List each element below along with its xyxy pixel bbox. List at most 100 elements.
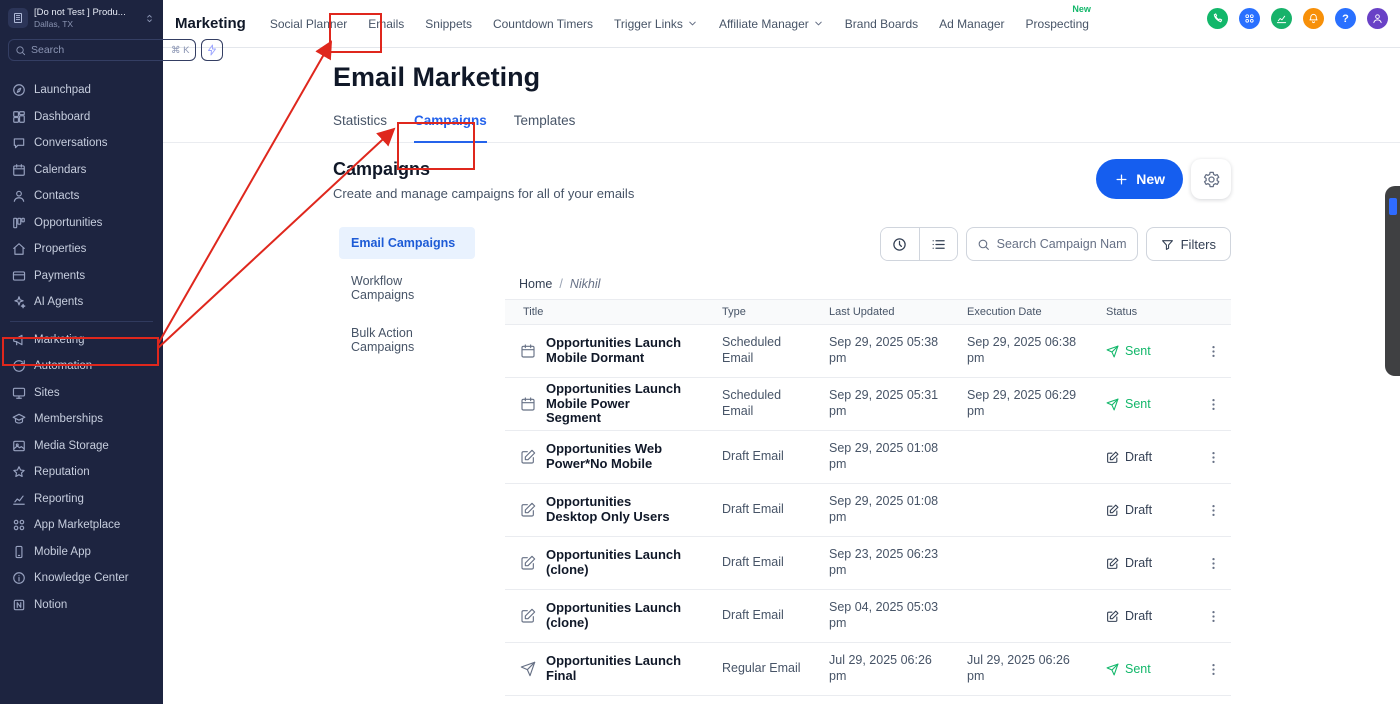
sidebar-search[interactable]: ⌘ K: [8, 39, 196, 61]
table-row[interactable]: Opportunities Launch (clone) Draft Email…: [505, 590, 1231, 643]
side-tab-bulk-action-campaigns[interactable]: Bulk Action Campaigns: [339, 317, 475, 363]
row-actions-button[interactable]: [1196, 450, 1231, 465]
quick-actions-button[interactable]: [201, 39, 223, 61]
megaphone-icon: [12, 333, 26, 347]
sidebar-item-conversations[interactable]: Conversations: [0, 130, 163, 157]
notifications-button[interactable]: [1303, 8, 1324, 29]
growth-button[interactable]: [1271, 8, 1292, 29]
side-tab-workflow-campaigns[interactable]: Workflow Campaigns: [339, 265, 475, 311]
row-actions-button[interactable]: [1196, 662, 1231, 677]
sidebar-item-automation[interactable]: Automation: [0, 353, 163, 380]
dashboard-icon: [12, 110, 26, 124]
section-title: Campaigns: [333, 159, 634, 180]
tab-brand-boards[interactable]: Brand Boards: [845, 17, 918, 31]
tab-trigger-links[interactable]: Trigger Links: [614, 17, 698, 31]
sidebar-item-ai-agents[interactable]: AI Agents: [0, 289, 163, 316]
help-button[interactable]: ?: [1335, 8, 1356, 29]
campaign-title[interactable]: Opportunities Launch Final: [546, 654, 686, 684]
table-row[interactable]: Opportunities Desktop Only Users Draft E…: [505, 484, 1231, 537]
phone-preview-edge[interactable]: [1385, 186, 1400, 376]
sidebar-item-payments[interactable]: Payments: [0, 263, 163, 290]
calendar-icon: [12, 163, 26, 177]
sidebar-item-notion[interactable]: Notion: [0, 592, 163, 619]
search-icon: [15, 45, 26, 56]
header-title: Marketing: [175, 15, 246, 32]
header-action-icons: ?: [1207, 8, 1388, 29]
apps-button[interactable]: [1239, 8, 1260, 29]
sidebar-item-label: Conversations: [34, 137, 108, 149]
campaign-title[interactable]: Opportunities Web Power*No Mobile: [546, 442, 686, 472]
sidebar-item-reporting[interactable]: Reporting: [0, 486, 163, 513]
breadcrumb-home[interactable]: Home: [519, 277, 552, 291]
tab-affiliate-manager[interactable]: Affiliate Manager: [719, 17, 824, 31]
row-actions-button[interactable]: [1196, 503, 1231, 518]
campaign-title[interactable]: Opportunities Launch Mobile Power Segmen…: [546, 382, 686, 427]
sidebar-item-label: Media Storage: [34, 440, 109, 452]
star-icon: [12, 465, 26, 479]
campaign-search[interactable]: [966, 227, 1138, 261]
table-row[interactable]: Opportunities Launch Mobile Dormant Sche…: [505, 325, 1231, 378]
phone-button[interactable]: [1207, 8, 1228, 29]
row-actions-button[interactable]: [1196, 344, 1231, 359]
filters-button[interactable]: Filters: [1146, 227, 1231, 261]
sidebar-item-properties[interactable]: Properties: [0, 236, 163, 263]
email-marketing-tabs: Statistics Campaigns Templates: [163, 113, 1400, 143]
account-switcher[interactable]: [Do not Test ] Produ... Dallas, TX: [0, 0, 163, 33]
side-tab-email-campaigns[interactable]: Email Campaigns: [339, 227, 475, 259]
automation-icon: [12, 359, 26, 373]
status-badge: Draft: [1106, 450, 1196, 464]
tab-ad-manager[interactable]: Ad Manager: [939, 17, 1004, 31]
sidebar-item-memberships[interactable]: Memberships: [0, 406, 163, 433]
sidebar-item-contacts[interactable]: Contacts: [0, 183, 163, 210]
row-actions-button[interactable]: [1196, 397, 1231, 412]
settings-button[interactable]: [1191, 159, 1231, 199]
chevron-down-icon: [687, 18, 698, 29]
tab-snippets[interactable]: Snippets: [425, 17, 472, 31]
campaign-title[interactable]: Opportunities Launch Mobile Dormant: [546, 336, 686, 366]
sidebar-item-sites[interactable]: Sites: [0, 380, 163, 407]
table-row[interactable]: Opportunities Launch (clone) Draft Email…: [505, 537, 1231, 590]
sidebar-item-calendars[interactable]: Calendars: [0, 157, 163, 184]
row-actions-button[interactable]: [1196, 609, 1231, 624]
phone-preview-screen: [1389, 198, 1397, 215]
sidebar-item-mobile-app[interactable]: Mobile App: [0, 539, 163, 566]
sent-icon: [1106, 345, 1119, 358]
new-campaign-button[interactable]: New: [1096, 159, 1183, 199]
send-icon: [520, 661, 536, 677]
campaign-title[interactable]: Opportunities Desktop Only Users: [546, 495, 686, 525]
tab-social-planner[interactable]: Social Planner: [270, 17, 347, 31]
list-view-button[interactable]: [919, 228, 957, 260]
sidebar-item-marketing[interactable]: Marketing: [0, 327, 163, 354]
sidebar-item-knowledge-center[interactable]: Knowledge Center: [0, 565, 163, 592]
row-actions-button[interactable]: [1196, 556, 1231, 571]
launchpad-icon: [12, 83, 26, 97]
tab-statistics[interactable]: Statistics: [333, 113, 387, 142]
sidebar-item-app-marketplace[interactable]: App Marketplace: [0, 512, 163, 539]
table-row[interactable]: Opportunities Web Power*No Mobile Draft …: [505, 431, 1231, 484]
tab-countdown-timers[interactable]: Countdown Timers: [493, 17, 593, 31]
tab-templates[interactable]: Templates: [514, 113, 576, 142]
history-view-button[interactable]: [881, 228, 919, 260]
edit-icon: [520, 608, 536, 624]
draft-icon: [1106, 451, 1119, 464]
tab-emails[interactable]: Emails: [368, 17, 404, 31]
sidebar-item-dashboard[interactable]: Dashboard: [0, 104, 163, 131]
top-header: Marketing Social Planner Emails Snippets…: [163, 0, 1400, 48]
profile-avatar[interactable]: [1367, 8, 1388, 29]
campaign-title[interactable]: Opportunities Launch (clone): [546, 601, 686, 631]
account-location: Dallas, TX: [34, 19, 138, 29]
campaign-search-input[interactable]: [997, 237, 1127, 251]
tab-prospecting[interactable]: NewProspecting: [1026, 17, 1089, 31]
tab-campaigns[interactable]: Campaigns: [414, 113, 487, 143]
sidebar-item-media-storage[interactable]: Media Storage: [0, 433, 163, 460]
sidebar-search-input[interactable]: [31, 44, 166, 56]
sidebar-item-label: Dashboard: [34, 111, 90, 123]
sidebar-item-reputation[interactable]: Reputation: [0, 459, 163, 486]
sidebar: [Do not Test ] Produ... Dallas, TX ⌘ K L…: [0, 0, 163, 704]
sidebar-item-launchpad[interactable]: Launchpad: [0, 77, 163, 104]
search-shortcut: ⌘ K: [171, 45, 189, 56]
campaign-title[interactable]: Opportunities Launch (clone): [546, 548, 686, 578]
sidebar-item-opportunities[interactable]: Opportunities: [0, 210, 163, 237]
table-row[interactable]: Opportunities Launch Final Regular Email…: [505, 643, 1231, 696]
table-row[interactable]: Opportunities Launch Mobile Power Segmen…: [505, 378, 1231, 431]
